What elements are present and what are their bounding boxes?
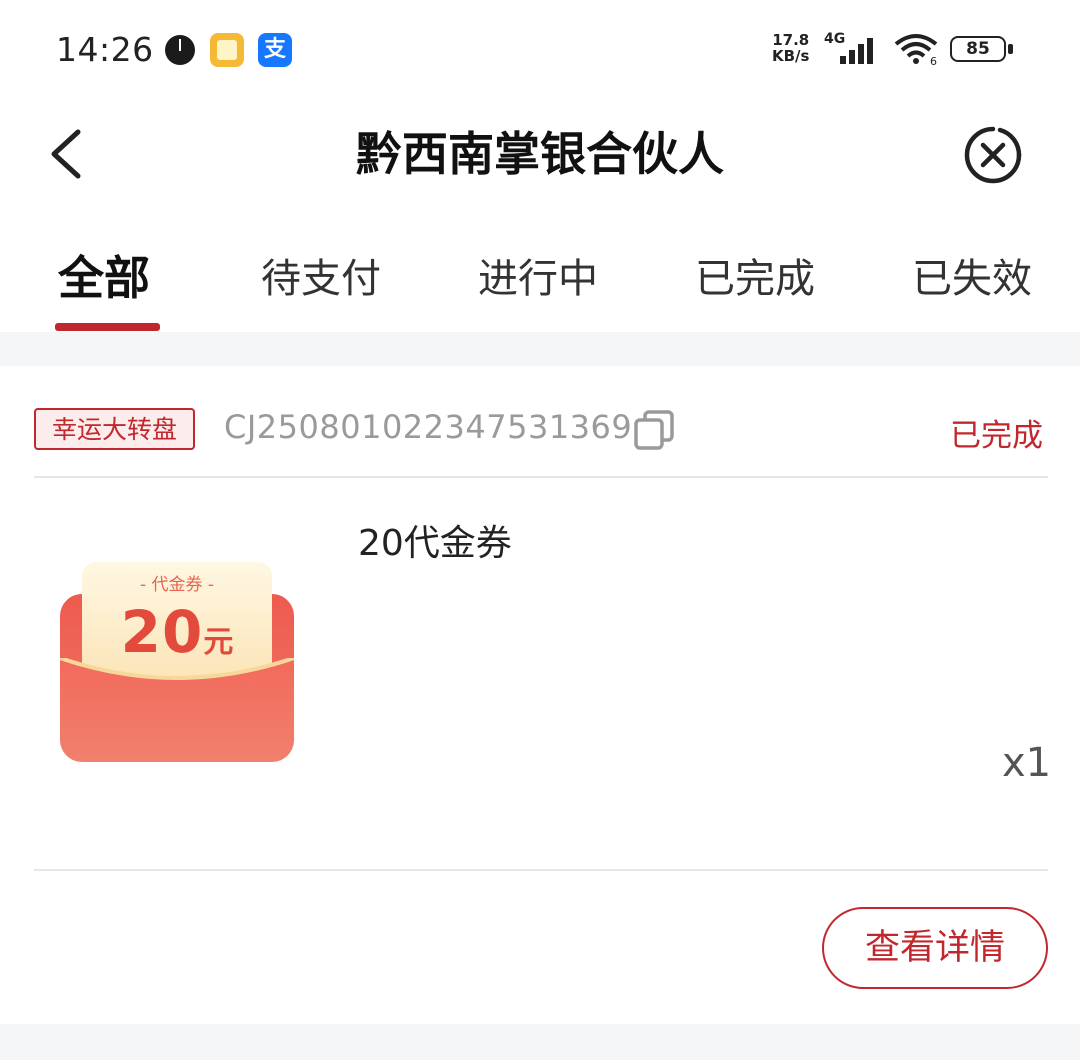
voucher-amount: 20元 (60, 598, 294, 666)
voucher-amount-number: 20 (120, 598, 204, 666)
product-name: 20代金券 (358, 523, 512, 564)
network-speed-value: 17.8 (772, 31, 810, 49)
order-status: 已完成 (950, 418, 1043, 454)
alipay-app-icon: 支 (258, 33, 292, 67)
voucher-amount-unit: 元 (203, 625, 234, 660)
copy-icon[interactable] (632, 408, 676, 452)
status-time: 14:26 (56, 30, 154, 69)
svg-text:6: 6 (930, 55, 937, 66)
tab-in-progress[interactable]: 进行中 (478, 246, 598, 304)
page-title: 黔西南掌银合伙人 (356, 127, 724, 181)
network-speed-unit: KB/s (772, 47, 810, 65)
header-area: 14:26 支 17.8 KB/s 4G 6 85 黔西南掌银合伙人 全部 待支… (0, 0, 1080, 332)
signal-icon (840, 38, 873, 64)
quantity: x1 (1002, 740, 1052, 786)
tab-expired[interactable]: 已失效 (912, 246, 1032, 304)
close-icon[interactable] (962, 124, 1024, 186)
battery-icon: 85 (950, 36, 1014, 64)
battery-level: 85 (950, 36, 1006, 62)
order-source-tag: 幸运大转盘 (34, 408, 196, 450)
order-number: CJ2508010223475313​69 (224, 408, 633, 446)
clock-app-icon (163, 33, 197, 67)
tab-completed[interactable]: 已完成 (695, 246, 815, 304)
network-speed: 17.8 KB/s (772, 32, 809, 64)
notes-app-icon (210, 33, 244, 67)
voucher-image: - 代金券 - 20元 (60, 562, 294, 762)
tab-all[interactable]: 全部 (58, 242, 150, 308)
view-details-button[interactable]: 查看详情 (822, 907, 1048, 989)
wifi-icon: 6 (894, 34, 938, 66)
order-card[interactable]: 幸运大转盘 CJ2508010223475313​69 已完成 - 代金券 - … (0, 366, 1080, 1024)
voucher-label: - 代金券 - (139, 575, 215, 595)
active-tab-indicator (55, 323, 160, 331)
tab-pending-payment[interactable]: 待支付 (261, 246, 381, 304)
envelope-front (60, 658, 294, 762)
divider (34, 869, 1048, 871)
divider (34, 476, 1048, 478)
